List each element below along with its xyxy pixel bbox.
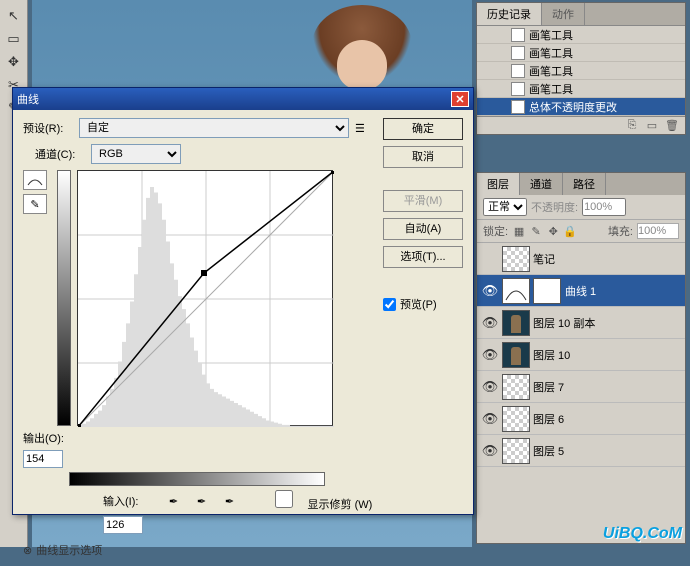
history-item[interactable]: 画笔工具 xyxy=(477,80,685,98)
lock-transparent-icon[interactable]: ▦ xyxy=(512,225,526,238)
output-label: 输出(O): xyxy=(23,430,64,446)
layer-row[interactable]: 👁图层 5 xyxy=(477,435,685,467)
chevron-right-icon: ⊗ xyxy=(23,544,32,557)
lock-move-icon[interactable]: ✥ xyxy=(546,225,560,238)
dialog-title: 曲线 xyxy=(17,91,39,107)
close-icon[interactable]: ✕ xyxy=(451,91,469,107)
marquee-tool[interactable]: ▭ xyxy=(3,28,25,50)
opacity-label: 不透明度: xyxy=(531,199,578,215)
show-clip-checkbox[interactable] xyxy=(264,490,304,508)
tab-layers[interactable]: 图层 xyxy=(477,173,520,195)
fill-label: 填充: xyxy=(608,223,633,239)
layer-row[interactable]: 👁图层 10 副本 xyxy=(477,307,685,339)
output-gradient xyxy=(57,170,71,426)
layer-row[interactable]: 👁曲线 1 xyxy=(477,275,685,307)
layer-row[interactable]: 👁图层 10 xyxy=(477,339,685,371)
tab-actions[interactable]: 动作 xyxy=(542,3,585,25)
lock-label: 锁定: xyxy=(483,223,508,239)
layer-row[interactable]: 👁图层 6 xyxy=(477,403,685,435)
eyedropper-black-icon[interactable]: ✒ xyxy=(164,492,182,510)
input-label: 输入(I): xyxy=(103,493,138,509)
history-item[interactable]: 画笔工具 xyxy=(477,26,685,44)
opacity-input[interactable] xyxy=(582,198,626,216)
visibility-icon[interactable]: 👁 xyxy=(481,283,499,299)
move-tool[interactable]: ↖ xyxy=(3,5,25,27)
curves-dialog: 曲线 ✕ 预设(R): 自定 ☰ 通道(C): RGB ✎ xyxy=(12,87,474,515)
ok-button[interactable]: 确定 xyxy=(383,118,463,140)
history-footer: ⎘ ▭ 🗑 xyxy=(477,116,685,134)
new-doc-icon[interactable]: ▭ xyxy=(645,119,659,133)
channel-select[interactable]: RGB xyxy=(91,144,181,164)
tab-history[interactable]: 历史记录 xyxy=(477,3,542,25)
trash-icon[interactable]: 🗑 xyxy=(665,119,679,133)
smooth-button: 平滑(M) xyxy=(383,190,463,212)
preset-menu-icon[interactable]: ☰ xyxy=(355,122,365,135)
layer-row[interactable]: 笔记 xyxy=(477,243,685,275)
watermark: UiBQ.CoM xyxy=(603,525,682,543)
tab-paths[interactable]: 路径 xyxy=(563,173,606,195)
visibility-icon[interactable]: 👁 xyxy=(481,347,499,363)
channel-label: 通道(C): xyxy=(35,146,85,162)
fill-input[interactable] xyxy=(637,223,679,239)
titlebar[interactable]: 曲线 ✕ xyxy=(13,88,473,110)
curve-mode-point-icon[interactable] xyxy=(23,170,47,190)
lock-all-icon[interactable]: 🔒 xyxy=(563,225,577,238)
lasso-tool[interactable]: ✥ xyxy=(3,51,25,73)
input-input[interactable] xyxy=(103,516,143,534)
cancel-button[interactable]: 取消 xyxy=(383,146,463,168)
visibility-icon[interactable]: 👁 xyxy=(481,379,499,395)
layer-row[interactable]: 👁图层 7 xyxy=(477,371,685,403)
visibility-icon[interactable]: 👁 xyxy=(481,443,499,459)
blend-mode-select[interactable]: 正常 xyxy=(483,198,527,216)
preset-label: 预设(R): xyxy=(23,120,73,136)
auto-button[interactable]: 自动(A) xyxy=(383,218,463,240)
curve-graph[interactable] xyxy=(77,170,333,426)
new-snapshot-icon[interactable]: ⎘ xyxy=(625,119,639,133)
tab-channels[interactable]: 通道 xyxy=(520,173,563,195)
preview-checkbox[interactable] xyxy=(383,298,396,311)
curve-mode-pencil-icon[interactable]: ✎ xyxy=(23,194,47,214)
eyedropper-white-icon[interactable]: ✒ xyxy=(220,492,238,510)
lock-paint-icon[interactable]: ✎ xyxy=(529,225,543,238)
input-gradient xyxy=(69,472,325,486)
visibility-icon[interactable]: 👁 xyxy=(481,315,499,331)
options-button[interactable]: 选项(T)... xyxy=(383,246,463,268)
curve-display-options[interactable]: ⊗ 曲线显示选项 xyxy=(23,542,373,558)
preset-select[interactable]: 自定 xyxy=(79,118,349,138)
output-input[interactable] xyxy=(23,450,63,468)
history-item[interactable]: 画笔工具 xyxy=(477,62,685,80)
layers-panel: 图层 通道 路径 正常 不透明度: 锁定: ▦ ✎ ✥ 🔒 填充: 笔记👁曲线 … xyxy=(476,172,686,544)
history-item[interactable]: 总体不透明度更改 xyxy=(477,98,685,116)
history-item[interactable]: 画笔工具 xyxy=(477,44,685,62)
eyedropper-gray-icon[interactable]: ✒ xyxy=(192,492,210,510)
visibility-icon[interactable]: 👁 xyxy=(481,411,499,427)
history-panel: 历史记录 动作 画笔工具画笔工具画笔工具画笔工具总体不透明度更改 ⎘ ▭ 🗑 xyxy=(476,2,686,135)
portrait xyxy=(292,5,432,90)
